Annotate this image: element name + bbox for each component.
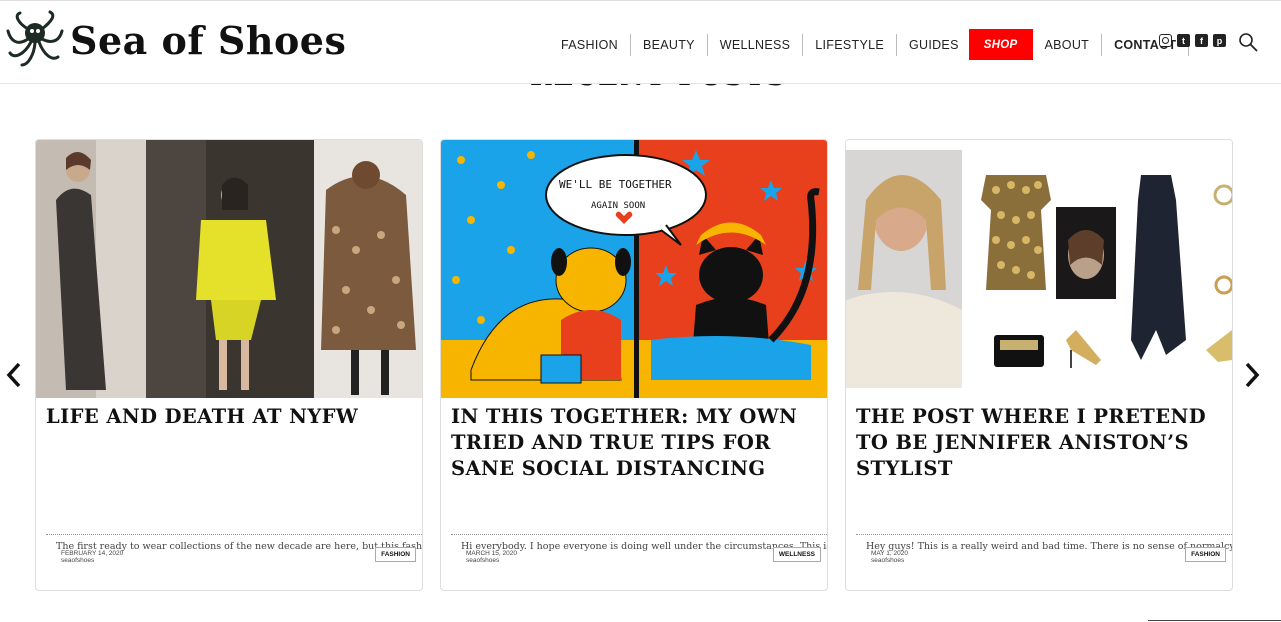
site-name: Sea of Shoes: [70, 17, 347, 63]
post-excerpt: Hey guys! This is a really weird and bad…: [866, 541, 1232, 552]
card-divider: [46, 534, 422, 535]
twitter-icon[interactable]: t: [1177, 34, 1190, 47]
post-title[interactable]: THE POST WHERE I PRETEND TO BE JENNIFER …: [856, 404, 1224, 482]
octopus-icon: [6, 10, 64, 67]
nav-lifestyle[interactable]: LIFESTYLE: [803, 33, 897, 56]
post-image-illustration[interactable]: WE'LL BE TOGETHER AGAIN SOON: [441, 140, 827, 398]
nav-about[interactable]: ABOUT: [1033, 33, 1103, 56]
post-author[interactable]: seaofshoes: [871, 557, 904, 564]
nav-guides[interactable]: GUIDES: [897, 34, 971, 56]
post-image-collage[interactable]: [846, 140, 1232, 398]
nav-shop-button[interactable]: SHOP: [968, 29, 1033, 60]
post-card[interactable]: THE POST WHERE I PRETEND TO BE JENNIFER …: [845, 139, 1233, 591]
instagram-icon[interactable]: [1159, 34, 1172, 47]
carousel-prev-icon[interactable]: [4, 360, 24, 390]
social-links: t f p: [1159, 34, 1226, 47]
card-divider: [451, 534, 827, 535]
nav-beauty[interactable]: BEAUTY: [631, 33, 708, 56]
post-category-badge[interactable]: WELLNESS: [772, 547, 821, 562]
post-card[interactable]: WE'LL BE TOGETHER AGAIN SOON IN THIS TOG…: [440, 139, 828, 591]
post-date: MARCH 15, 2020: [466, 550, 517, 557]
post-category-badge[interactable]: FASHION: [375, 547, 416, 562]
post-date: MAY 1, 2020: [871, 550, 908, 557]
post-title[interactable]: IN THIS TOGETHER: MY OWN TRIED AND TRUE …: [451, 404, 819, 482]
site-logo[interactable]: Sea of Shoes: [4, 9, 346, 71]
speech-bubble-line-1: WE'LL BE TOGETHER: [559, 178, 672, 191]
post-date: FEBRUARY 14, 2020: [61, 550, 124, 557]
footer-divider: [1148, 620, 1281, 621]
post-author[interactable]: seaofshoes: [61, 557, 94, 564]
post-image-runway[interactable]: [36, 140, 422, 398]
speech-bubble-line-2: AGAIN SOON: [591, 201, 645, 211]
carousel-next-icon[interactable]: [1242, 360, 1262, 390]
facebook-icon[interactable]: f: [1195, 34, 1208, 47]
card-divider: [856, 534, 1232, 535]
post-title[interactable]: LIFE AND DEATH AT NYFW: [46, 404, 414, 430]
post-author[interactable]: seaofshoes: [466, 557, 499, 564]
main-nav: FASHION BEAUTY WELLNESS LIFESTYLE GUIDES…: [549, 29, 1190, 60]
post-category-badge[interactable]: FASHION: [1185, 547, 1226, 562]
search-icon[interactable]: [1238, 32, 1258, 52]
pinterest-icon[interactable]: p: [1213, 34, 1226, 47]
post-card[interactable]: LIFE AND DEATH AT NYFW The first ready t…: [35, 139, 423, 591]
nav-wellness[interactable]: WELLNESS: [708, 33, 804, 56]
site-header: Sea of Shoes FASHION BEAUTY WELLNESS LIF…: [0, 0, 1281, 84]
nav-fashion[interactable]: FASHION: [549, 33, 631, 56]
